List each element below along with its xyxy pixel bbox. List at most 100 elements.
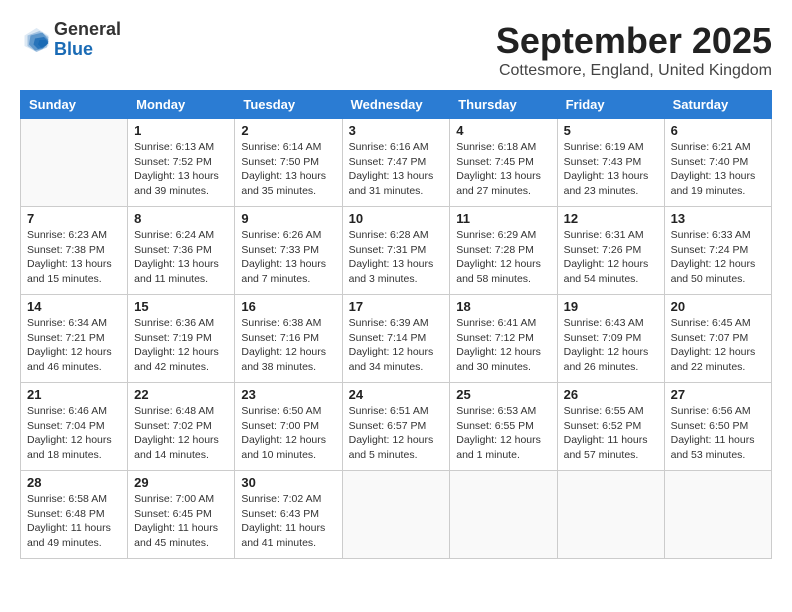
calendar-week-4: 21 Sunrise: 6:46 AM Sunset: 7:04 PM Dayli… [21,383,772,471]
day-info: Sunrise: 6:26 AM Sunset: 7:33 PM Dayligh… [241,228,335,287]
calendar-cell: 9Sunrise: 6:26 AM Sunset: 7:33 PM Daylig… [235,207,342,295]
day-number: 29 [134,475,228,490]
day-info: Sunrise: 6:34 AM Sunset: 7:21 PM Dayligh… [27,316,121,375]
day-number: 3 [349,123,444,138]
day-number: 15 [134,299,228,314]
day-number: 4 [456,123,550,138]
calendar-week-3: 14 Sunrise: 6:34 AM Sunset: 7:21 PM Dayli… [21,295,772,383]
day-info: Sunrise: 6:13 AM Sunset: 7:52 PM Dayligh… [134,140,228,199]
calendar-body: 1 Sunrise: 6:13 AM Sunset: 7:52 PM Daylig… [21,119,772,559]
day-info: Sunrise: 6:19 AM Sunset: 7:43 PM Dayligh… [564,140,658,199]
day-number: 11 [456,211,550,226]
day-number: 23 [241,387,335,402]
page-header: General Blue September 2025 Cottesmore, … [20,20,772,80]
day-number: 2 [241,123,335,138]
weekday-header-sunday: Sunday [21,91,128,119]
day-number: 19 [564,299,658,314]
calendar-cell: 14 Sunrise: 6:34 AM Sunset: 7:21 PM Dayli… [21,295,128,383]
weekday-header-friday: Friday [557,91,664,119]
weekday-header-tuesday: Tuesday [235,91,342,119]
day-number: 8 [134,211,228,226]
day-info: Sunrise: 6:39 AM Sunset: 7:14 PM Dayligh… [349,316,444,375]
day-number: 28 [27,475,121,490]
calendar-cell: 3 Sunrise: 6:16 AM Sunset: 7:47 PM Daylig… [342,119,450,207]
calendar-cell: 11 Sunrise: 6:29 AM Sunset: 7:28 PM Dayli… [450,207,557,295]
day-info: Sunrise: 7:00 AM Sunset: 6:45 PM Dayligh… [134,492,228,551]
day-number: 17 [349,299,444,314]
day-number: 7 [27,211,121,226]
day-info: Sunrise: 6:18 AM Sunset: 7:45 PM Dayligh… [456,140,550,199]
calendar-cell: 30 Sunrise: 7:02 AM Sunset: 6:43 PM Dayli… [235,471,342,559]
day-info: Sunrise: 6:14 AM Sunset: 7:50 PM Dayligh… [241,140,335,199]
day-number: 16 [241,299,335,314]
calendar-table: SundayMondayTuesdayWednesdayThursdayFrid… [20,90,772,559]
day-number: 30 [241,475,335,490]
day-info: Sunrise: 6:50 AM Sunset: 7:00 PM Dayligh… [241,404,335,463]
calendar-cell: 17 Sunrise: 6:39 AM Sunset: 7:14 PM Dayli… [342,295,450,383]
calendar-cell: 25Sunrise: 6:53 AM Sunset: 6:55 PM Dayli… [450,383,557,471]
calendar-cell: 1 Sunrise: 6:13 AM Sunset: 7:52 PM Daylig… [128,119,235,207]
day-info: Sunrise: 6:41 AM Sunset: 7:12 PM Dayligh… [456,316,550,375]
logo-icon [20,25,50,55]
calendar-cell: 21 Sunrise: 6:46 AM Sunset: 7:04 PM Dayli… [21,383,128,471]
calendar-cell: 29 Sunrise: 7:00 AM Sunset: 6:45 PM Dayli… [128,471,235,559]
calendar-cell: 22 Sunrise: 6:48 AM Sunset: 7:02 PM Dayli… [128,383,235,471]
calendar-cell: 15 Sunrise: 6:36 AM Sunset: 7:19 PM Dayli… [128,295,235,383]
day-info: Sunrise: 6:48 AM Sunset: 7:02 PM Dayligh… [134,404,228,463]
title-block: September 2025 Cottesmore, England, Unit… [496,20,772,80]
calendar-cell: 5 Sunrise: 6:19 AM Sunset: 7:43 PM Daylig… [557,119,664,207]
day-number: 22 [134,387,228,402]
day-info: Sunrise: 6:33 AM Sunset: 7:24 PM Dayligh… [671,228,765,287]
day-info: Sunrise: 6:56 AM Sunset: 6:50 PM Dayligh… [671,404,765,463]
calendar-cell [21,119,128,207]
calendar-cell [342,471,450,559]
calendar-cell: 16Sunrise: 6:38 AM Sunset: 7:16 PM Dayli… [235,295,342,383]
day-number: 10 [349,211,444,226]
calendar-cell: 13Sunrise: 6:33 AM Sunset: 7:24 PM Dayli… [664,207,771,295]
weekday-header-saturday: Saturday [664,91,771,119]
calendar-cell: 4 Sunrise: 6:18 AM Sunset: 7:45 PM Daylig… [450,119,557,207]
day-info: Sunrise: 6:55 AM Sunset: 6:52 PM Dayligh… [564,404,658,463]
day-info: Sunrise: 6:43 AM Sunset: 7:09 PM Dayligh… [564,316,658,375]
calendar-cell [557,471,664,559]
calendar-cell: 10 Sunrise: 6:28 AM Sunset: 7:31 PM Dayli… [342,207,450,295]
day-info: Sunrise: 6:53 AM Sunset: 6:55 PM Dayligh… [456,404,550,463]
day-number: 6 [671,123,765,138]
calendar-cell: 27Sunrise: 6:56 AM Sunset: 6:50 PM Dayli… [664,383,771,471]
day-info: Sunrise: 6:21 AM Sunset: 7:40 PM Dayligh… [671,140,765,199]
calendar-cell: 20Sunrise: 6:45 AM Sunset: 7:07 PM Dayli… [664,295,771,383]
day-info: Sunrise: 6:31 AM Sunset: 7:26 PM Dayligh… [564,228,658,287]
calendar-cell: 19 Sunrise: 6:43 AM Sunset: 7:09 PM Dayli… [557,295,664,383]
day-number: 5 [564,123,658,138]
calendar-cell: 8 Sunrise: 6:24 AM Sunset: 7:36 PM Daylig… [128,207,235,295]
day-number: 1 [134,123,228,138]
logo-blue: Blue [54,39,93,59]
day-info: Sunrise: 6:46 AM Sunset: 7:04 PM Dayligh… [27,404,121,463]
day-info: Sunrise: 6:29 AM Sunset: 7:28 PM Dayligh… [456,228,550,287]
calendar-cell: 2 Sunrise: 6:14 AM Sunset: 7:50 PM Daylig… [235,119,342,207]
day-number: 21 [27,387,121,402]
calendar-header-row: SundayMondayTuesdayWednesdayThursdayFrid… [21,91,772,119]
calendar-cell: 24Sunrise: 6:51 AM Sunset: 6:57 PM Dayli… [342,383,450,471]
calendar-cell: 18Sunrise: 6:41 AM Sunset: 7:12 PM Dayli… [450,295,557,383]
day-info: Sunrise: 7:02 AM Sunset: 6:43 PM Dayligh… [241,492,335,551]
weekday-header-wednesday: Wednesday [342,91,450,119]
weekday-header-monday: Monday [128,91,235,119]
day-info: Sunrise: 6:24 AM Sunset: 7:36 PM Dayligh… [134,228,228,287]
day-number: 20 [671,299,765,314]
day-info: Sunrise: 6:28 AM Sunset: 7:31 PM Dayligh… [349,228,444,287]
day-number: 14 [27,299,121,314]
calendar-cell: 12 Sunrise: 6:31 AM Sunset: 7:26 PM Dayli… [557,207,664,295]
day-number: 26 [564,387,658,402]
calendar-cell: 6 Sunrise: 6:21 AM Sunset: 7:40 PM Daylig… [664,119,771,207]
calendar-week-2: 7Sunrise: 6:23 AM Sunset: 7:38 PM Daylig… [21,207,772,295]
day-info: Sunrise: 6:16 AM Sunset: 7:47 PM Dayligh… [349,140,444,199]
location-subtitle: Cottesmore, England, United Kingdom [496,62,772,80]
calendar-cell [450,471,557,559]
calendar-cell: 28 Sunrise: 6:58 AM Sunset: 6:48 PM Dayli… [21,471,128,559]
day-info: Sunrise: 6:36 AM Sunset: 7:19 PM Dayligh… [134,316,228,375]
day-info: Sunrise: 6:58 AM Sunset: 6:48 PM Dayligh… [27,492,121,551]
day-number: 12 [564,211,658,226]
month-title: September 2025 [496,20,772,62]
calendar-week-5: 28 Sunrise: 6:58 AM Sunset: 6:48 PM Dayli… [21,471,772,559]
